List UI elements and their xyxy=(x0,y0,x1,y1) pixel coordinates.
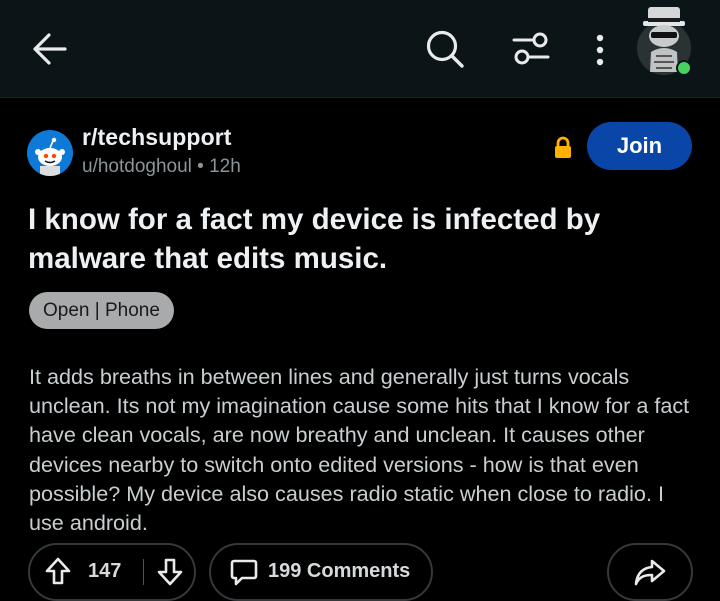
online-status-dot xyxy=(676,60,692,76)
subreddit-name[interactable]: r/techsupport xyxy=(82,124,232,151)
upvote-arrow-icon[interactable] xyxy=(44,556,72,586)
downvote-arrow-icon[interactable] xyxy=(156,557,184,587)
post-flair[interactable]: Open | Phone xyxy=(29,292,174,329)
post-author-time[interactable]: u/hotdoghoul • 12h xyxy=(82,156,241,178)
join-button[interactable]: Join xyxy=(587,122,692,170)
vote-score: 147 xyxy=(88,560,122,582)
lock-icon xyxy=(555,136,571,158)
comments-count[interactable]: 199 Comments xyxy=(268,560,410,583)
arrow-left-icon[interactable] xyxy=(30,30,68,68)
vertical-dots-icon[interactable] xyxy=(593,34,607,66)
post-title: I know for a fact my device is infected … xyxy=(28,203,601,275)
post-body: It adds breaths in between lines and gen… xyxy=(29,364,690,536)
sliders-icon[interactable] xyxy=(511,31,551,67)
vote-separator xyxy=(143,559,144,585)
top-app-bar xyxy=(0,0,720,97)
comment-bubble-icon xyxy=(230,559,258,586)
search-icon[interactable] xyxy=(424,28,466,70)
share-arrow-icon xyxy=(634,559,666,586)
header-divider xyxy=(0,97,720,98)
subreddit-avatar[interactable] xyxy=(27,130,73,176)
